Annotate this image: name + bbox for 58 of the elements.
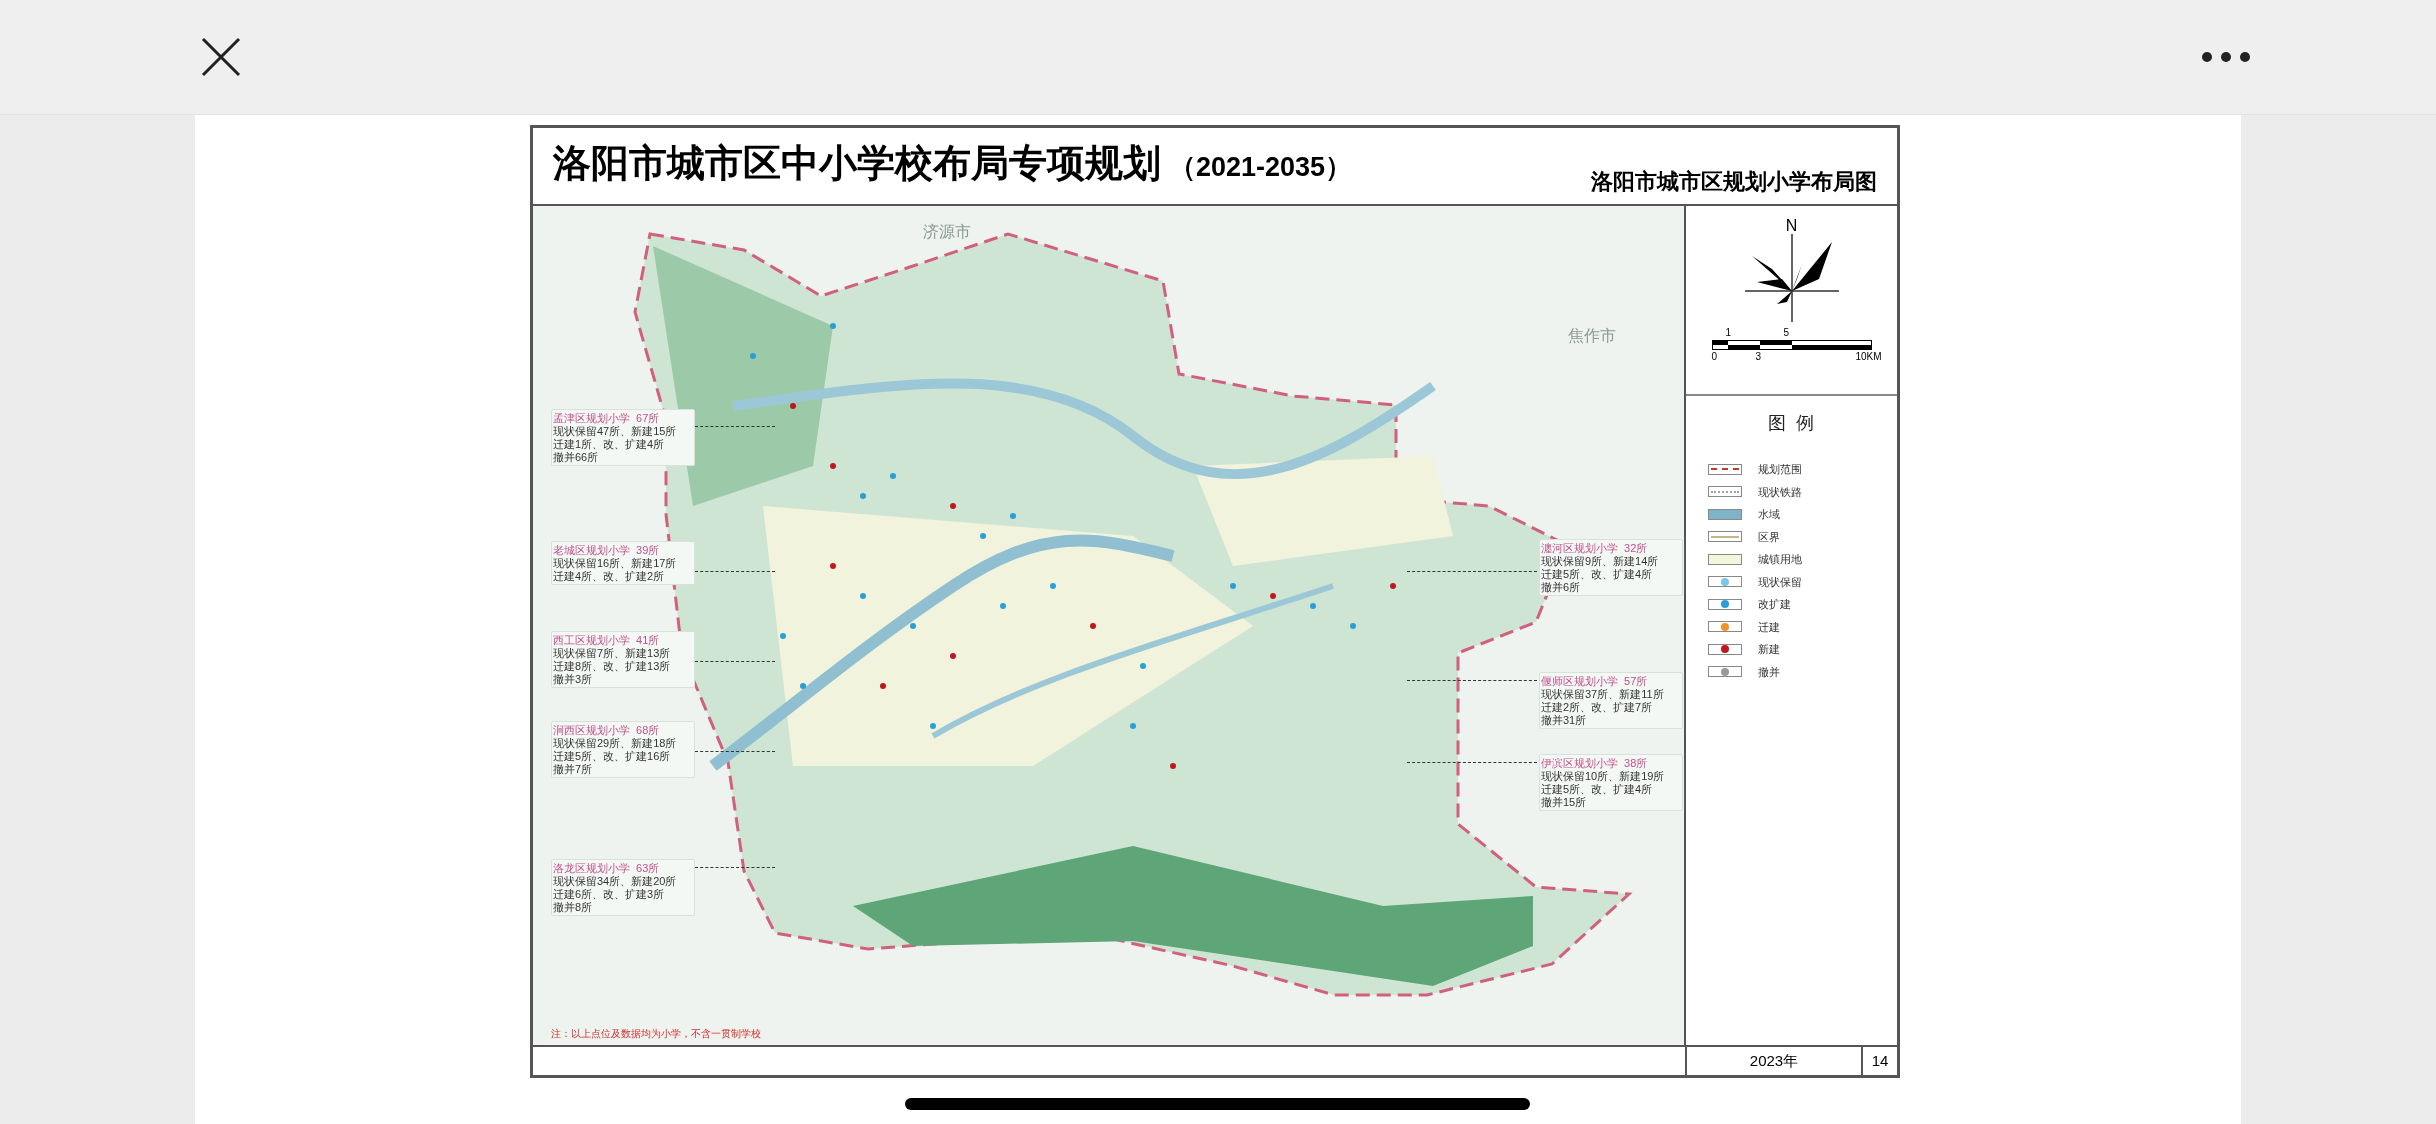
legend-label: 水域: [1758, 507, 1780, 522]
district-stat: 撤并15所: [1541, 796, 1588, 809]
legend-label: 改扩建: [1758, 597, 1791, 612]
district-stat: 现状保留37所、新建11所: [1541, 688, 1665, 701]
legend-title: 图 例: [1768, 412, 1815, 435]
place-label: 焦作市: [1568, 326, 1616, 346]
district-stat: 撤并31所: [1541, 714, 1588, 727]
legend-label: 城镇用地: [1758, 552, 1802, 567]
district-heading: 西工区规划小学 41所: [553, 633, 661, 647]
legend-label: 现状铁路: [1758, 484, 1802, 500]
scale-label: 5: [1783, 328, 1790, 338]
document-title: 洛阳市城市区中小学校布局专项规划: [553, 141, 1161, 186]
scale-label: 3: [1755, 352, 1762, 362]
district-stat: 迁建5所、改、扩建4所: [1541, 783, 1654, 796]
district-stat: 迁建2所、改、扩建7所: [1541, 701, 1654, 714]
scale-label: 10KM: [1855, 352, 1882, 362]
more-icon[interactable]: [2201, 51, 2251, 63]
district-heading: 涧西区规划小学 68所: [553, 723, 661, 737]
district-stat: 现状保留7所、新建13所: [553, 647, 672, 660]
district-stat: 现状保留9所、新建14所: [1541, 555, 1660, 568]
district-stat: 现状保留29所、新建18所: [553, 737, 678, 750]
district-stat: 现状保留34所、新建20所: [553, 875, 678, 888]
district-stat: 迁建5所、改、扩建16所: [553, 750, 672, 763]
page-number: 14: [1870, 1050, 1890, 1071]
district-stat: 现状保留10所、新建19所: [1541, 770, 1666, 783]
district-stat: 迁建8所、改、扩建13所: [553, 660, 672, 673]
legend-label: 撤并: [1758, 664, 1780, 680]
district-heading: 孟津区规划小学 67所: [553, 411, 661, 425]
close-icon[interactable]: [201, 37, 241, 77]
legend-label: 区界: [1758, 529, 1780, 545]
district-stat: 撤并6所: [1541, 581, 1582, 594]
legend-label: 规划范围: [1758, 462, 1802, 477]
district-stat: 撤并7所: [553, 763, 594, 776]
district-stat: 迁建5所、改、扩建4所: [1541, 568, 1654, 581]
district-heading: 偃师区规划小学 57所: [1541, 674, 1649, 688]
district-heading: 老城区规划小学 39所: [553, 543, 661, 557]
district-stat: 迁建4所、改、扩建2所: [553, 570, 666, 583]
legend-label: 迁建: [1758, 619, 1780, 635]
district-heading: 瀍河区规划小学 32所: [1541, 541, 1649, 555]
place-label: 济源市: [923, 222, 971, 242]
map-subtitle: 洛阳市城市区规划小学布局图: [1591, 168, 1877, 196]
district-stat: 现状保留47所、新建15所: [553, 425, 678, 438]
scale-label: 0: [1711, 352, 1718, 362]
title-years: （2021-2035）: [1169, 151, 1353, 184]
district-stat: 撤并8所: [553, 901, 594, 914]
district-stat: 迁建6所、改、扩建3所: [553, 888, 666, 901]
footer-year: 2023年: [1687, 1047, 1863, 1075]
district-stat: 撤并3所: [553, 673, 594, 686]
district-stat: 现状保留16所、新建17所: [553, 557, 678, 570]
district-stat: 迁建1所、改、扩建4所: [553, 438, 666, 451]
district-heading: 伊滨区规划小学 38所: [1541, 756, 1649, 770]
map-note: 注：以上点位及数据均为小学，不含一贯制学校: [551, 1027, 761, 1041]
north-label: N: [1785, 218, 1798, 234]
legend-label: 新建: [1758, 642, 1780, 657]
scale-label: 1: [1725, 328, 1732, 338]
district-stat: 撤并66所: [553, 451, 600, 464]
district-heading: 洛龙区规划小学 63所: [553, 861, 661, 875]
legend-label: 现状保留: [1758, 574, 1802, 590]
